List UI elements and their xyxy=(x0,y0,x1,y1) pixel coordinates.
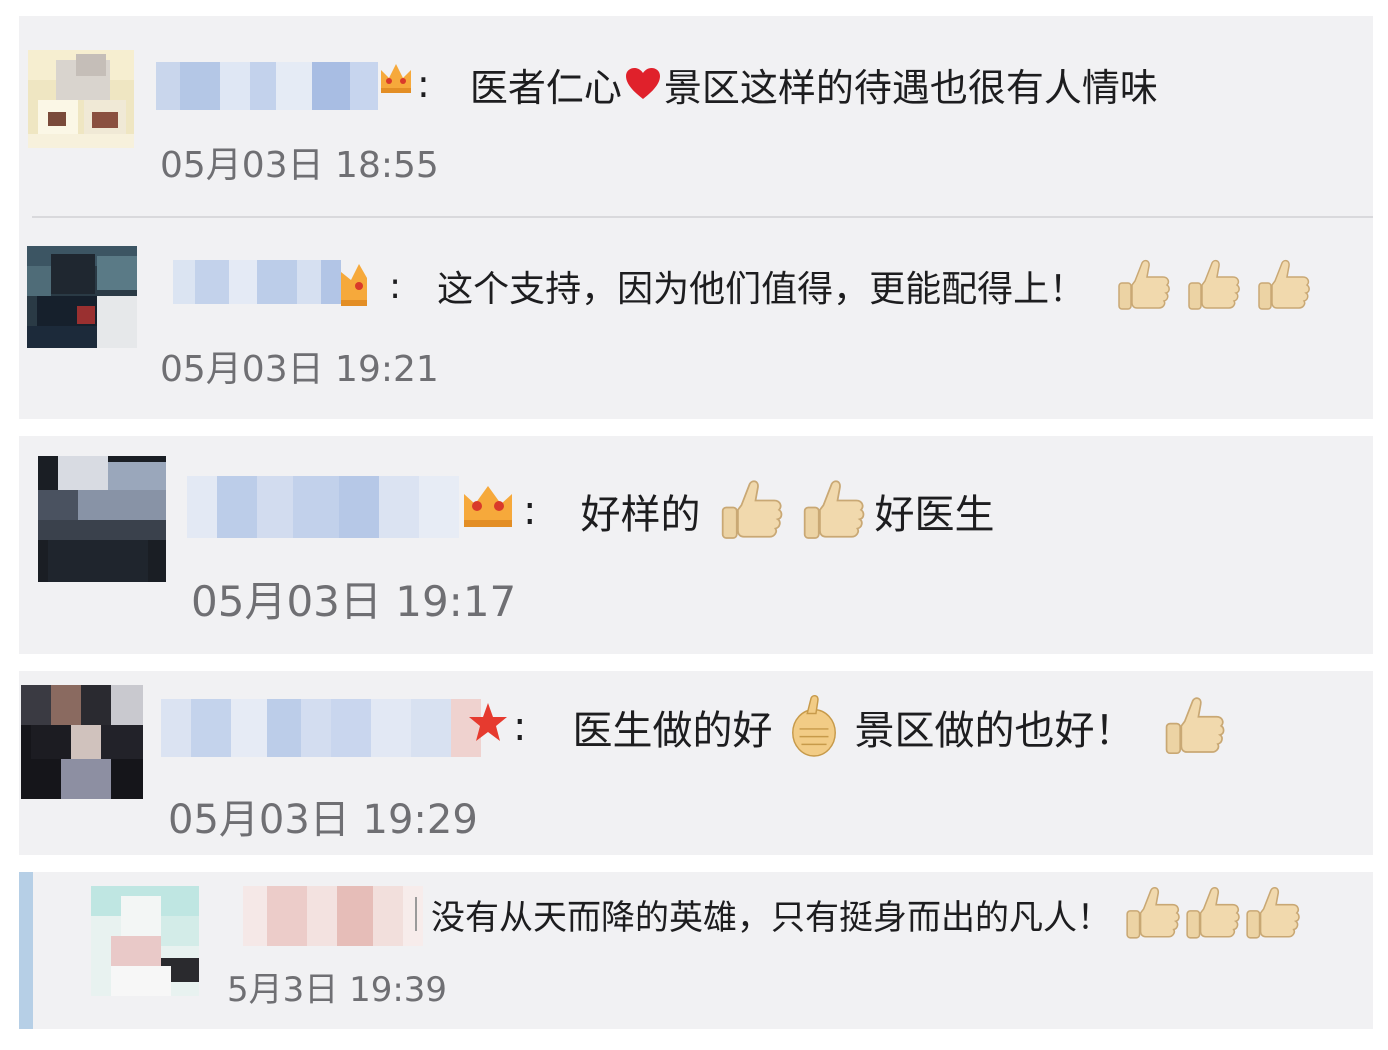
username-blurred[interactable] xyxy=(173,260,341,304)
thumbs-up-icon xyxy=(1115,257,1173,315)
comment-timestamp: 05月03日 19:17 xyxy=(191,577,517,626)
avatar[interactable] xyxy=(28,50,134,148)
avatar[interactable] xyxy=(21,685,143,799)
thumbs-up-icon xyxy=(1123,884,1183,944)
comment-panel-2: : 好样的 好医生 05月03日 19:17 xyxy=(19,436,1373,654)
comment-item: : 医者仁心 景区这样的待遇也很有人情味 05月03日 18:55 xyxy=(19,16,1373,216)
comment-timestamp: 05月03日 19:21 xyxy=(160,349,439,390)
avatar[interactable] xyxy=(27,246,137,348)
thumbs-up-icon xyxy=(718,477,786,545)
comment-item: 没有从天而降的英雄，只有挺身而出的凡人！ 5月3日 19:39 xyxy=(19,872,1373,1029)
comment-panel-4: 没有从天而降的英雄，只有挺身而出的凡人！ 5月3日 19:39 xyxy=(19,872,1373,1029)
thumbs-up-icon xyxy=(1185,257,1243,315)
comment-panel-1: : 医者仁心 景区这样的待遇也很有人情味 05月03日 18:55: 这个支持… xyxy=(19,16,1373,419)
comment-panel-3: : 医生做的好 景区做的也好！ 05月03日 19:29 xyxy=(19,671,1373,855)
username-blurred[interactable] xyxy=(187,476,459,538)
comment-text: : 医者仁心 景区这样的待遇也很有人情味 xyxy=(417,62,1158,110)
crown-icon xyxy=(459,480,517,532)
username-blurred[interactable] xyxy=(156,62,378,110)
comment-text: 没有从天而降的英雄，只有挺身而出的凡人！ xyxy=(415,882,1303,946)
crown-icon xyxy=(337,258,381,312)
comment-item: : 这个支持，因为他们值得，更能配得上！ 05月03日 19:21 xyxy=(19,218,1373,419)
comment-timestamp: 05月03日 18:55 xyxy=(160,145,439,186)
heart-icon xyxy=(624,66,662,102)
thumbs-up-icon xyxy=(1255,257,1313,315)
comment-timestamp: 5月3日 19:39 xyxy=(227,970,448,1010)
comment-text: : 好样的 好医生 xyxy=(523,478,994,544)
comment-item: : 医生做的好 景区做的也好！ 05月03日 19:29 xyxy=(19,671,1373,855)
crown-icon xyxy=(377,58,415,98)
username-blurred[interactable] xyxy=(161,699,481,757)
thumbs-up-icon xyxy=(786,694,842,760)
comment-item: : 好样的 好医生 05月03日 19:17 xyxy=(19,436,1373,654)
star-icon xyxy=(467,699,509,749)
thumbs-up-icon xyxy=(800,477,868,545)
avatar[interactable] xyxy=(91,886,199,996)
username-blurred[interactable] xyxy=(243,886,423,946)
comment-text: : 这个支持，因为他们值得，更能配得上！ xyxy=(389,256,1313,316)
avatar[interactable] xyxy=(38,456,166,582)
comment-timestamp: 05月03日 19:29 xyxy=(168,797,478,843)
comment-text: : 医生做的好 景区做的也好！ xyxy=(513,695,1228,759)
thumbs-up-icon xyxy=(1243,884,1303,944)
thumbs-up-icon xyxy=(1162,694,1228,760)
thumbs-up-icon xyxy=(1183,884,1243,944)
